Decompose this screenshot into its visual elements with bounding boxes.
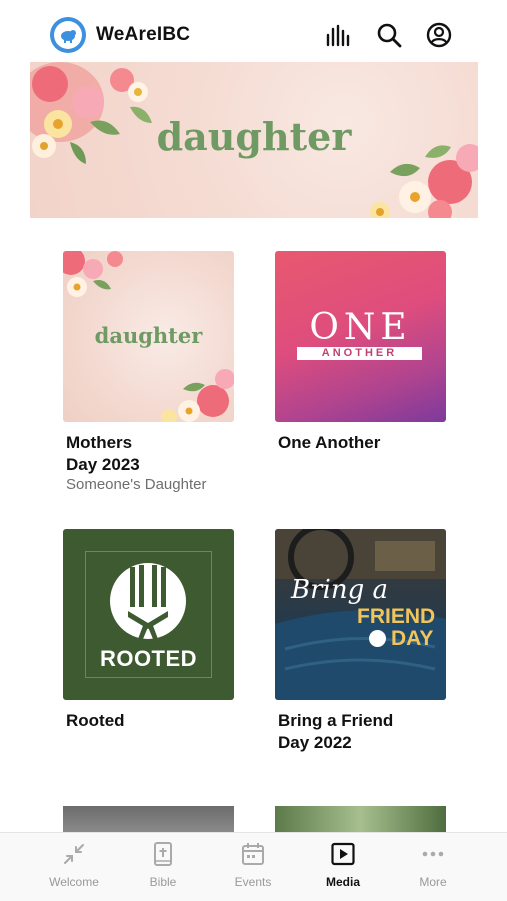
app-header: WeAreIBC: [0, 0, 507, 62]
tile-subtitle: Someone's Daughter: [66, 476, 207, 493]
tab-media[interactable]: Media: [303, 841, 383, 889]
series-tile-rooted[interactable]: ROOTED: [63, 529, 234, 700]
calendar-icon: [242, 843, 264, 865]
search-icon[interactable]: [376, 22, 402, 48]
series-tile-mothers-day[interactable]: daughter: [63, 251, 234, 422]
tile-art-line1: Bring a: [291, 575, 389, 605]
tile-title[interactable]: Rooted: [66, 710, 125, 732]
app-title: WeAreIBC: [96, 24, 191, 45]
tab-events[interactable]: Events: [213, 841, 293, 889]
logo-sheep-icon[interactable]: [50, 17, 86, 53]
collapse-arrows-icon: [64, 844, 84, 864]
series-tile-bring-a-friend[interactable]: Bring a FRIEND DAY: [275, 529, 446, 700]
tile-title[interactable]: Bring a Friend Day 2022: [278, 710, 393, 754]
logo-sheep-icon: [369, 630, 386, 647]
play-square-icon: [331, 842, 355, 866]
tile-art-line1: ONE: [309, 307, 412, 348]
tab-more[interactable]: More: [393, 841, 473, 889]
tile-title[interactable]: One Another: [278, 432, 380, 454]
bottom-tab-bar: Welcome Bible Events Media More: [0, 832, 507, 901]
tab-welcome[interactable]: Welcome: [34, 841, 114, 889]
more-dots-icon: [422, 851, 444, 857]
tab-label: Media: [325, 875, 360, 889]
tile-art-text: ROOTED: [99, 646, 198, 671]
banner-title: daughter: [156, 114, 352, 159]
tab-label: Events: [234, 875, 272, 889]
tab-label: More: [419, 875, 447, 889]
audio-bars-icon[interactable]: [325, 22, 351, 48]
series-tile-one-another[interactable]: ONE ANOTHER: [275, 251, 446, 422]
tile-art-text: daughter: [94, 323, 203, 348]
tile-art-line2: ANOTHER: [297, 347, 422, 360]
series-banner[interactable]: daughter: [30, 62, 478, 218]
tab-bible[interactable]: Bible: [123, 841, 203, 889]
tile-title[interactable]: Mothers Day 2023: [66, 432, 140, 476]
rooted-tree-icon: [110, 563, 186, 639]
tab-label: Bible: [149, 875, 177, 889]
tab-label: Welcome: [49, 875, 99, 889]
bible-icon: [154, 842, 172, 866]
tile-art-line3: DAY: [391, 627, 434, 650]
account-icon[interactable]: [426, 22, 452, 48]
tile-art-line2: FRIEND: [357, 605, 436, 628]
